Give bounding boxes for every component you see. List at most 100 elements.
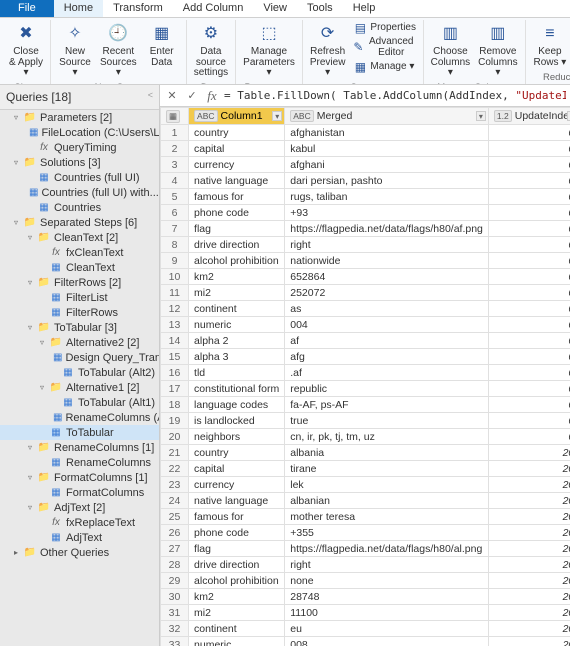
cell[interactable]: 652864	[285, 269, 489, 285]
cell[interactable]: 20	[488, 461, 570, 477]
manage-button[interactable]: ▦Manage ▾	[350, 59, 419, 75]
cell[interactable]: alpha 2	[189, 333, 285, 349]
cell[interactable]: 0	[488, 189, 570, 205]
row-number-cell[interactable]: 6	[161, 205, 189, 221]
cell[interactable]: 0	[488, 157, 570, 173]
cell[interactable]: 0	[488, 221, 570, 237]
cell[interactable]: language codes	[189, 397, 285, 413]
tree-node[interactable]: ▸📁Other Queries	[0, 545, 159, 560]
row-number-cell[interactable]: 27	[161, 541, 189, 557]
table-row[interactable]: 23currencylek20	[161, 477, 570, 493]
tree-twisty[interactable]: ▿	[12, 113, 20, 122]
table-row[interactable]: 29alcohol prohibitionnone20	[161, 573, 570, 589]
cell[interactable]: 0	[488, 205, 570, 221]
tree-node[interactable]: ▦ToTabular (Alt2)	[0, 365, 159, 380]
table-row[interactable]: 33numeric00820	[161, 637, 570, 646]
table-row[interactable]: 31mi21110020	[161, 605, 570, 621]
tree-node[interactable]: ▿📁Solutions [3]	[0, 155, 159, 170]
row-number-cell[interactable]: 10	[161, 269, 189, 285]
cell[interactable]: 20	[488, 573, 570, 589]
cell[interactable]: fa-AF, ps-AF	[285, 397, 489, 413]
table-row[interactable]: 6phone code+930	[161, 205, 570, 221]
cell[interactable]: 0	[488, 333, 570, 349]
tree-node[interactable]: ▦RenameColumns	[0, 455, 159, 470]
cell[interactable]: 008	[285, 637, 489, 646]
table-row[interactable]: 5famous forrugs, taliban0	[161, 189, 570, 205]
cell[interactable]: is landlocked	[189, 413, 285, 429]
menu-view[interactable]: View	[253, 0, 297, 17]
table-row[interactable]: 27flaghttps://flagpedia.net/data/flags/h…	[161, 541, 570, 557]
cell[interactable]: constitutional form	[189, 381, 285, 397]
row-number-cell[interactable]: 26	[161, 525, 189, 541]
row-number-cell[interactable]: 17	[161, 381, 189, 397]
cell[interactable]: lek	[285, 477, 489, 493]
row-number-cell[interactable]: 1	[161, 125, 189, 141]
row-number-cell[interactable]: 4	[161, 173, 189, 189]
cell[interactable]: mother teresa	[285, 509, 489, 525]
cell[interactable]: 252072	[285, 285, 489, 301]
tree-node[interactable]: fxfxReplaceText	[0, 515, 159, 530]
cell[interactable]: km2	[189, 589, 285, 605]
row-number-cell[interactable]: 29	[161, 573, 189, 589]
cell[interactable]: continent	[189, 301, 285, 317]
cell[interactable]: +93	[285, 205, 489, 221]
column-dropdown-button[interactable]: ▾	[272, 111, 282, 121]
row-number-cell[interactable]: 22	[161, 461, 189, 477]
cell[interactable]: numeric	[189, 637, 285, 646]
cell[interactable]: alpha 3	[189, 349, 285, 365]
new-source-button[interactable]: ✧New Source ▾	[55, 20, 95, 81]
cell[interactable]: 20	[488, 525, 570, 541]
cell[interactable]: af	[285, 333, 489, 349]
table-row[interactable]: 21countryalbania20	[161, 445, 570, 461]
enter-data-button[interactable]: ▦Enter Data	[142, 20, 182, 70]
cell[interactable]: 0	[488, 301, 570, 317]
table-row[interactable]: 8drive directionright0	[161, 237, 570, 253]
cell[interactable]: 0	[488, 237, 570, 253]
row-number-cell[interactable]: 5	[161, 189, 189, 205]
cell[interactable]: 20	[488, 557, 570, 573]
cell[interactable]: 0	[488, 349, 570, 365]
table-row[interactable]: 19is landlockedtrue0	[161, 413, 570, 429]
tree-twisty[interactable]: ▿	[38, 383, 46, 392]
table-row[interactable]: 25famous formother teresa20	[161, 509, 570, 525]
properties-button[interactable]: ▤Properties	[350, 20, 419, 36]
cell[interactable]: 0	[488, 413, 570, 429]
table-row[interactable]: 17constitutional formrepublic0	[161, 381, 570, 397]
column-header[interactable]: ABCColumn1▾	[189, 108, 285, 125]
choose-columns-button[interactable]: ▥Choose Columns ▾	[428, 20, 473, 81]
cell[interactable]: kabul	[285, 141, 489, 157]
cell[interactable]: 20	[488, 509, 570, 525]
tree-twisty[interactable]: ▿	[26, 233, 34, 242]
cell[interactable]: afg	[285, 349, 489, 365]
manage-parameters-button[interactable]: ⬚Manage Parameters ▾	[240, 20, 298, 81]
table-row[interactable]: 13numeric0040	[161, 317, 570, 333]
tree-node[interactable]: fxQueryTiming	[0, 140, 159, 155]
tree-twisty[interactable]: ▿	[12, 218, 20, 227]
tree-node[interactable]: ▿📁CleanText [2]	[0, 230, 159, 245]
cell[interactable]: drive direction	[189, 557, 285, 573]
cell[interactable]: +355	[285, 525, 489, 541]
cell[interactable]: https://flagpedia.net/data/flags/h80/af.…	[285, 221, 489, 237]
cell[interactable]: true	[285, 413, 489, 429]
menu-file[interactable]: File	[0, 0, 54, 17]
tree-node[interactable]: ▦FilterList	[0, 290, 159, 305]
cell[interactable]: afghanistan	[285, 125, 489, 141]
menu-tools[interactable]: Tools	[297, 0, 343, 17]
row-number-cell[interactable]: 31	[161, 605, 189, 621]
cell[interactable]: albania	[285, 445, 489, 461]
data-grid[interactable]: ▦ABCColumn1▾ABCMerged▾1.2UpdateIndex▾1co…	[160, 107, 570, 646]
row-number-cell[interactable]: 33	[161, 637, 189, 646]
cell[interactable]: mi2	[189, 605, 285, 621]
tree-node[interactable]: ▿📁ToTabular [3]	[0, 320, 159, 335]
row-number-cell[interactable]: 25	[161, 509, 189, 525]
row-number-cell[interactable]: 19	[161, 413, 189, 429]
cell[interactable]: 0	[488, 429, 570, 445]
table-row[interactable]: 2capitalkabul0	[161, 141, 570, 157]
tree-twisty[interactable]: ▿	[12, 158, 20, 167]
cell[interactable]: nationwide	[285, 253, 489, 269]
cell[interactable]: tirane	[285, 461, 489, 477]
tree-node[interactable]: ▦ToTabular	[0, 425, 159, 440]
tree-node[interactable]: ▿📁Separated Steps [6]	[0, 215, 159, 230]
row-number-cell[interactable]: 18	[161, 397, 189, 413]
menu-add-column[interactable]: Add Column	[173, 0, 254, 17]
